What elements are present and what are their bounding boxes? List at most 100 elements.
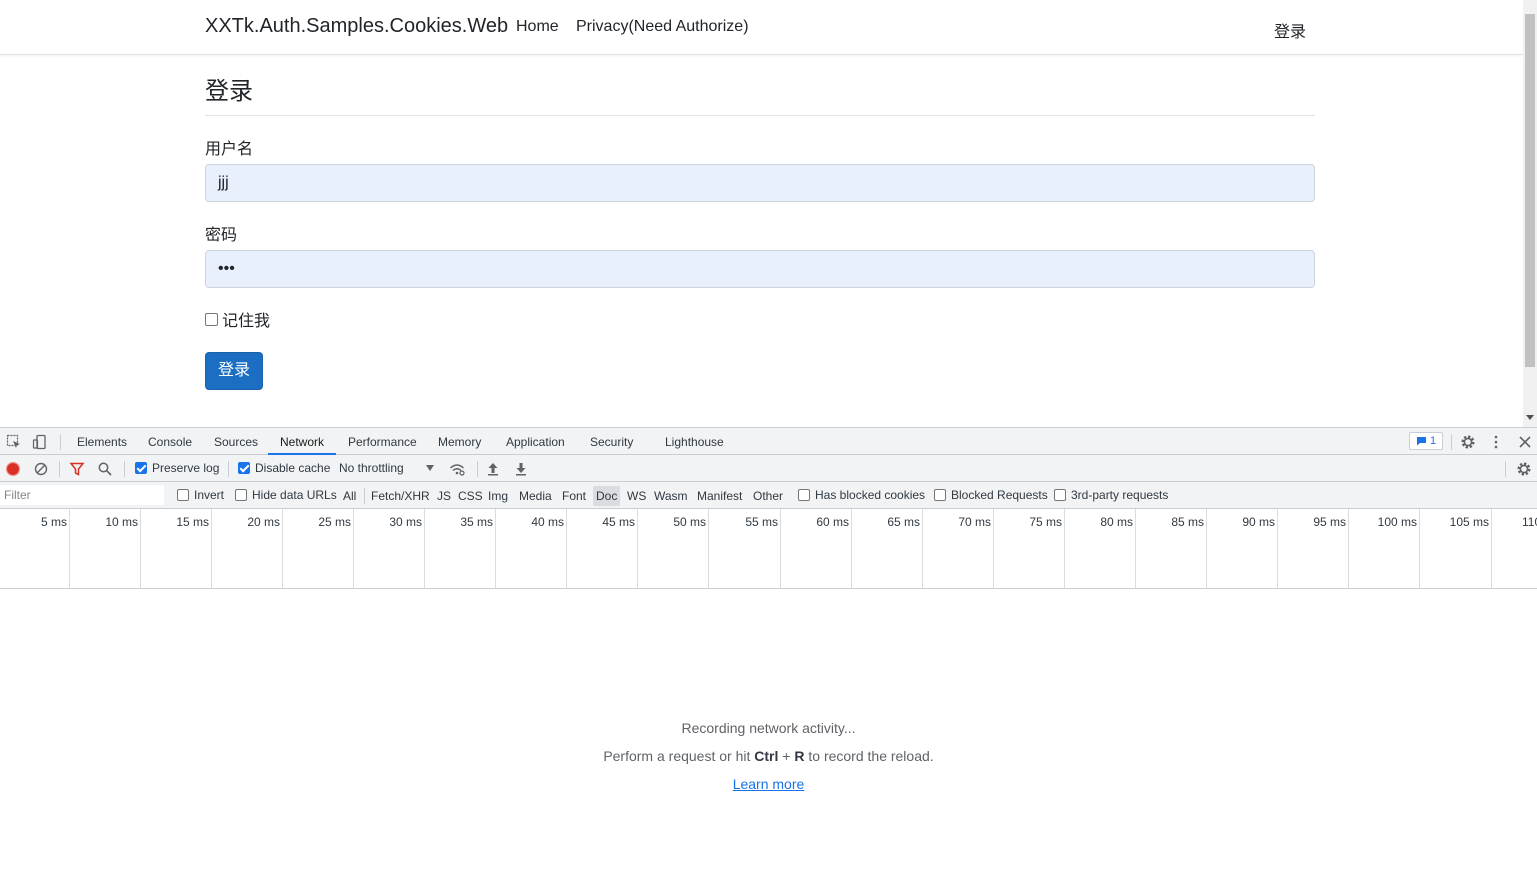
timeline-tick-label: 55 ms (745, 515, 778, 529)
filter-type-css[interactable]: CSS (458, 489, 483, 503)
timeline-tick-label: 80 ms (1100, 515, 1133, 529)
learn-more-link[interactable]: Learn more (733, 776, 805, 792)
separator (124, 461, 125, 477)
filter-type-img[interactable]: Img (488, 489, 508, 503)
tab-console[interactable]: Console (148, 435, 192, 449)
hide-data-urls-checkbox[interactable] (235, 489, 247, 501)
timeline-tick-label: 5 ms (40, 515, 67, 529)
tab-performance[interactable]: Performance (348, 435, 417, 449)
hint-plus: + (778, 748, 795, 764)
third-party-requests-checkbox[interactable] (1054, 489, 1066, 501)
timeline-tick-label: 70 ms (958, 515, 991, 529)
tab-security[interactable]: Security (590, 435, 633, 449)
filter-type-ws[interactable]: WS (627, 489, 646, 503)
separator (1505, 461, 1506, 477)
close-icon[interactable] (1517, 434, 1533, 450)
page-scrollbar[interactable] (1523, 0, 1537, 427)
timeline-tick-label: 25 ms (318, 515, 351, 529)
network-conditions-icon[interactable] (449, 461, 465, 477)
filter-type-fetch-xhr[interactable]: Fetch/XHR (371, 489, 430, 503)
tab-application[interactable]: Application (506, 435, 565, 449)
network-overview-timeline[interactable]: 5 ms 10 ms 15 ms 20 ms 25 ms 30 ms 35 ms 40 ms 4… (0, 509, 1537, 589)
tab-sources[interactable]: Sources (214, 435, 258, 449)
search-icon[interactable] (97, 461, 113, 477)
filter-type-all[interactable]: All (343, 489, 356, 503)
dropdown-arrow-icon[interactable] (426, 465, 434, 471)
scroll-down-icon[interactable] (1526, 415, 1534, 420)
third-party-requests-option[interactable]: 3rd-party requests (1054, 488, 1168, 502)
filter-type-wasm[interactable]: Wasm (654, 489, 688, 503)
timeline-gridline (140, 509, 141, 588)
remember-me-checkbox[interactable] (205, 312, 218, 326)
filter-type-font[interactable]: Font (562, 489, 586, 503)
timeline-tick-label: 20 ms (247, 515, 280, 529)
separator (364, 488, 365, 504)
timeline-tick-label: 40 ms (531, 515, 564, 529)
filter-type-js[interactable]: JS (437, 489, 451, 503)
timeline-gridline (780, 509, 781, 588)
tab-lighthouse[interactable]: Lighthouse (665, 435, 724, 449)
timeline-gridline (922, 509, 923, 588)
page-title: 登录 (205, 78, 253, 105)
invert-option[interactable]: Invert (177, 488, 224, 502)
clear-icon[interactable] (33, 461, 49, 477)
username-label: 用户名 (205, 141, 254, 158)
nav-privacy-link[interactable]: Privacy(Need Authorize) (576, 18, 749, 36)
timeline-gridline (495, 509, 496, 588)
password-input[interactable]: ••• (205, 250, 1315, 288)
separator (1451, 434, 1452, 450)
blocked-requests-checkbox[interactable] (934, 489, 946, 501)
login-submit-button[interactable]: 登录 (205, 352, 263, 390)
device-toolbar-icon[interactable] (32, 434, 48, 450)
has-blocked-cookies-checkbox[interactable] (798, 489, 810, 501)
nav-home-link[interactable]: Home (516, 18, 559, 36)
preserve-log-label[interactable]: Preserve log (152, 461, 219, 475)
web-page: XXTk.Auth.Samples.Cookies.Web Home Priva… (0, 0, 1537, 427)
disable-cache-label[interactable]: Disable cache (255, 461, 330, 475)
timeline-tick-label: 65 ms (887, 515, 920, 529)
third-party-requests-label[interactable]: 3rd-party requests (1071, 488, 1168, 502)
brand-link[interactable]: XXTk.Auth.Samples.Cookies.Web (205, 15, 508, 38)
username-input[interactable]: jjj (205, 164, 1315, 202)
scrollbar-thumb[interactable] (1525, 14, 1535, 367)
invert-checkbox[interactable] (177, 489, 189, 501)
throttling-value[interactable]: No throttling (339, 461, 404, 475)
timeline-gridline (1419, 509, 1420, 588)
blocked-requests-option[interactable]: Blocked Requests (934, 488, 1048, 502)
tab-memory[interactable]: Memory (438, 435, 481, 449)
issues-badge[interactable]: 1 (1409, 432, 1443, 450)
network-settings-gear-icon[interactable] (1516, 461, 1532, 477)
filter-funnel-icon[interactable] (69, 461, 85, 477)
tab-elements[interactable]: Elements (77, 435, 127, 449)
disable-cache-option[interactable]: Disable cache (238, 461, 330, 475)
filter-type-manifest[interactable]: Manifest (697, 489, 742, 503)
timeline-gridline (69, 509, 70, 588)
filter-type-media[interactable]: Media (519, 489, 552, 503)
timeline-tick-label: 45 ms (602, 515, 635, 529)
filter-type-other[interactable]: Other (753, 489, 783, 503)
invert-label[interactable]: Invert (194, 488, 224, 502)
export-har-icon[interactable] (513, 461, 529, 477)
disable-cache-checkbox[interactable] (238, 462, 250, 474)
divider (205, 115, 1315, 116)
filter-type-doc[interactable]: Doc (593, 486, 621, 506)
import-har-icon[interactable] (485, 461, 501, 477)
filter-input[interactable]: Filter (0, 485, 164, 505)
inspect-element-icon[interactable] (6, 434, 22, 450)
blocked-requests-label[interactable]: Blocked Requests (951, 488, 1048, 502)
network-empty-state: Recording network activity... Perform a … (0, 718, 1537, 802)
more-options-icon[interactable] (1488, 434, 1504, 450)
preserve-log-checkbox[interactable] (135, 462, 147, 474)
nav-login-link[interactable]: 登录 (1274, 18, 1306, 42)
record-icon[interactable] (5, 461, 21, 477)
hide-data-urls-label[interactable]: Hide data URLs (252, 488, 337, 502)
tab-network[interactable]: Network (280, 435, 324, 449)
hide-data-urls-option[interactable]: Hide data URLs (235, 488, 337, 502)
remember-me-label[interactable]: 记住我 (222, 307, 270, 331)
has-blocked-cookies-label[interactable]: Has blocked cookies (815, 488, 925, 502)
throttling-select[interactable]: No throttling (339, 461, 435, 475)
preserve-log-option[interactable]: Preserve log (135, 461, 219, 475)
timeline-tick-label: 10 ms (105, 515, 138, 529)
settings-gear-icon[interactable] (1460, 434, 1476, 450)
has-blocked-cookies-option[interactable]: Has blocked cookies (798, 488, 925, 502)
